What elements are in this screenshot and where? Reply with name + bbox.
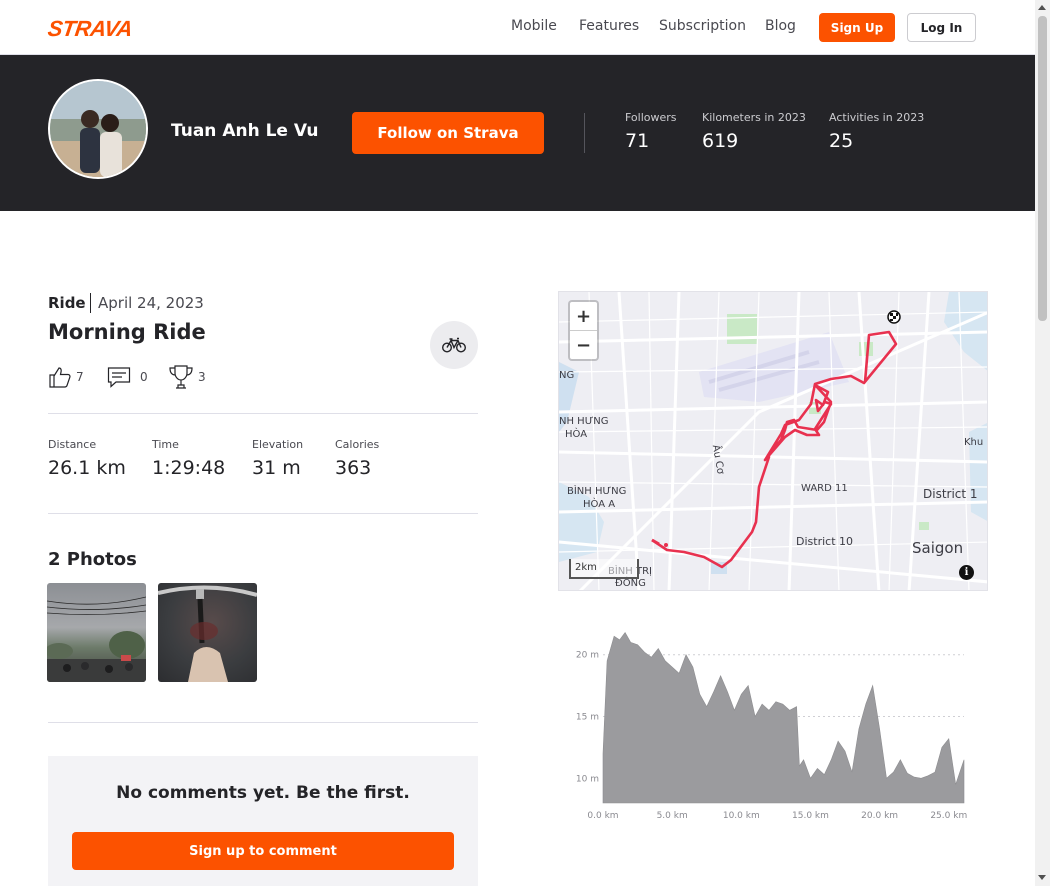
comments-count: 0: [140, 370, 148, 384]
page-scrollbar[interactable]: [1035, 0, 1050, 886]
distance-label: Distance: [48, 438, 97, 451]
time-label: Time: [152, 438, 179, 451]
top-navigation: STRAVA Mobile Features Subscription Blog…: [0, 0, 1035, 55]
elevation-value: 31 m: [252, 457, 301, 479]
kudos-button[interactable]: 7: [48, 364, 84, 390]
ride-sport-badge: [430, 321, 478, 369]
divider: [48, 722, 478, 723]
y-tick-label: 20 m: [576, 651, 599, 661]
distance-value: 26.1 km: [48, 457, 126, 479]
zoom-out-button[interactable]: −: [570, 331, 597, 360]
activities-value: 25: [829, 130, 854, 152]
activity-type: Ride: [48, 294, 86, 312]
scrollbar-thumb[interactable]: [1038, 16, 1047, 321]
activity-photo[interactable]: [158, 583, 257, 682]
athlete-name[interactable]: Tuan Anh Le Vu: [171, 121, 319, 141]
scroll-up-arrow-icon[interactable]: [1038, 5, 1046, 10]
no-comments-text: No comments yet. Be the first.: [116, 783, 410, 803]
kudos-count: 7: [76, 370, 84, 384]
map-label: Khu P: [964, 437, 987, 448]
divider: [48, 413, 478, 414]
map-zoom-control: + −: [568, 300, 599, 361]
elevation-chart: 10 m 15 m 20 m 0.0 km 5.0 km 10.0 km 15.0 km 20…: [576, 631, 967, 821]
x-tick-label: 15.0 km: [792, 811, 829, 821]
map-label: District 10: [796, 535, 854, 548]
y-tick-label: 10 m: [576, 774, 599, 784]
map-scale: 2km: [569, 559, 639, 579]
map-label: Saigon: [912, 539, 964, 557]
time-value: 1:29:48: [152, 457, 226, 479]
calories-label: Calories: [335, 438, 380, 451]
followers-label: Followers: [625, 111, 677, 124]
kilometers-label: Kilometers in 2023: [702, 111, 806, 124]
activity-photo[interactable]: [47, 583, 146, 682]
follow-button[interactable]: Follow on Strava: [352, 112, 544, 154]
map-label: BÌNH HƯNG: [567, 486, 627, 497]
nav-link-mobile[interactable]: Mobile: [511, 18, 557, 34]
map-label: NG: [559, 370, 575, 381]
x-tick-label: 5.0 km: [657, 811, 688, 821]
nav-link-blog[interactable]: Blog: [765, 18, 796, 34]
y-tick-label: 15 m: [576, 713, 599, 723]
activity-title: Morning Ride: [48, 320, 206, 344]
athlete-avatar[interactable]: [48, 79, 148, 179]
bike-cockpit-photo-icon: [158, 585, 257, 682]
x-tick-label: 0.0 km: [587, 811, 618, 821]
sign-up-button[interactable]: Sign Up: [819, 13, 895, 42]
map-label: HÒA A: [583, 499, 616, 510]
achievements-button[interactable]: 3: [168, 364, 206, 390]
type-date-separator: [90, 293, 91, 313]
map-label: ĐÔNG: [615, 578, 646, 589]
map-label: WARD 11: [801, 483, 848, 494]
zoom-in-button[interactable]: +: [570, 302, 597, 331]
kilometers-value: 619: [702, 130, 739, 152]
scroll-down-arrow-icon[interactable]: [1038, 875, 1046, 880]
sign-up-to-comment-button[interactable]: Sign up to comment: [72, 832, 454, 870]
calories-value: 363: [335, 457, 372, 479]
x-tick-label: 25.0 km: [930, 811, 967, 821]
map-label: HÒA: [565, 429, 588, 440]
nav-link-features[interactable]: Features: [579, 18, 639, 34]
comments-button[interactable]: 0: [107, 364, 148, 390]
x-tick-label: 20.0 km: [861, 811, 898, 821]
route-map[interactable]: + − NG NH HƯNG HÒA Âu Cơ BÌNH HƯNG HÒA A…: [558, 291, 988, 591]
activities-label: Activities in 2023: [829, 111, 925, 124]
comments-section: No comments yet. Be the first. Sign up t…: [48, 756, 478, 886]
nav-link-subscription[interactable]: Subscription: [659, 18, 746, 34]
athlete-header: Tuan Anh Le Vu Follow on Strava Follower…: [0, 55, 1035, 211]
avatar-photo-icon: [50, 81, 146, 177]
elevation-area: [602, 631, 965, 804]
strava-logo[interactable]: STRAVA: [46, 16, 134, 42]
map-label: NH HƯNG: [559, 416, 609, 427]
header-divider: [584, 113, 585, 153]
activity-date: April 24, 2023: [98, 294, 204, 312]
thumbs-up-icon: [49, 367, 71, 388]
bicycle-icon: [442, 337, 466, 353]
map-label: District 1: [923, 487, 978, 501]
elevation-label: Elevation: [252, 438, 304, 451]
achievements-count: 3: [198, 370, 206, 384]
trophy-icon: [169, 365, 193, 389]
photos-title: 2 Photos: [48, 549, 137, 570]
comment-icon: [107, 367, 131, 388]
divider: [48, 513, 478, 514]
map-info-icon[interactable]: i: [959, 565, 974, 580]
street-photo-icon: [47, 596, 146, 682]
followers-value: 71: [625, 130, 650, 152]
x-tick-label: 10.0 km: [723, 811, 760, 821]
log-in-button[interactable]: Log In: [907, 13, 976, 42]
